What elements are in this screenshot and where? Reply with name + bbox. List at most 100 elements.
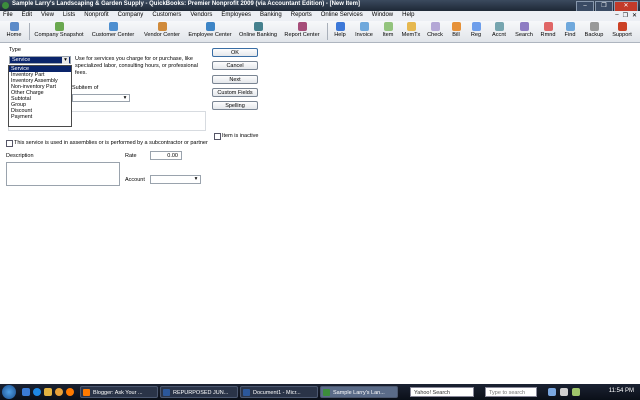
assembly-label: This service is used in assemblies or is… [14,140,208,146]
mdi-restore-button[interactable]: ❐ [623,12,628,19]
media-player-icon[interactable] [55,388,63,396]
firefox-icon[interactable] [66,388,74,396]
account-label: Account [125,177,145,183]
taskbar-task-quickbooks[interactable]: Sample Larry's Lan... [320,386,398,398]
subitem-select[interactable]: ▾ [72,94,130,102]
search-icon [519,22,529,31]
description-field[interactable] [6,162,120,186]
menu-banking[interactable]: Banking [260,12,282,18]
icon-toolbar: Home Company Snapshot Customer Center Ve… [0,21,640,43]
word-icon [243,389,250,396]
mdi-close-button[interactable]: ✕ [632,12,637,19]
menu-edit[interactable]: Edit [22,12,32,18]
item-button[interactable]: Item [379,22,397,41]
employee-icon [205,22,215,31]
menu-view[interactable]: View [41,12,54,18]
online-banking-button[interactable]: Online Banking [236,22,280,41]
menu-vendors[interactable]: Vendors [190,12,212,18]
folder-icon[interactable] [44,388,52,396]
invoice-icon [359,22,369,31]
snapshot-icon [54,22,64,31]
customer-icon [108,22,118,31]
yahoo-search-box[interactable]: Yahoo! Search [410,387,474,397]
menu-help[interactable]: Help [402,12,414,18]
find-icon [565,22,575,31]
windows-taskbar: Blogger: Ask Your ... REPURPOSED JUN... … [0,384,640,400]
account-icon [494,22,504,31]
menu-reports[interactable]: Reports [291,12,312,18]
backup-icon [589,22,599,31]
subitem-label: Subitem of [72,85,99,91]
company-snapshot-button[interactable]: Company Snapshot [33,22,85,41]
account-select[interactable]: ▾ [150,175,201,184]
network-icon[interactable] [548,388,556,396]
ok-button[interactable]: OK [212,48,258,57]
start-button[interactable] [2,385,16,399]
type-select[interactable]: Service ▾ [9,56,71,64]
quickbooks-icon [323,389,330,396]
taskbar-task-blogger[interactable]: Blogger: Ask Your ... [80,386,158,398]
bill-button[interactable]: Bill [448,22,464,41]
quickbooks-app-icon [2,2,9,9]
rmnd-button[interactable]: Rmnd [538,22,558,41]
volume-icon[interactable] [560,388,568,396]
find-button[interactable]: Find [561,22,579,41]
support-button[interactable]: Support [609,22,635,41]
type-option-payment[interactable]: Payment [11,114,32,120]
check-button[interactable]: Check [425,22,445,41]
employee-center-button[interactable]: Employee Center [186,22,234,41]
menu-employees[interactable]: Employees [221,12,251,18]
spelling-button[interactable]: Spelling [212,101,258,110]
chevron-down-icon[interactable]: ▾ [62,57,69,64]
word-icon [163,389,170,396]
invoice-button[interactable]: Invoice [352,22,376,41]
assembly-checkbox[interactable] [6,140,13,147]
rate-field[interactable]: 0.00 [150,151,182,160]
title-bar: Sample Larry's Landscaping & Garden Supp… [0,0,640,12]
register-icon [471,22,481,31]
report-center-button[interactable]: Report Center [282,22,322,41]
backup-button[interactable]: Backup [582,22,606,41]
item-inactive-label: Item is inactive [222,133,259,139]
taskbar-task-repurposed[interactable]: REPURPOSED JUN... [160,386,238,398]
report-icon [297,22,307,31]
rate-label: Rate [125,153,137,159]
mdi-minimize-button[interactable]: – [615,12,618,19]
reminder-icon [543,22,553,31]
menu-online-services[interactable]: Online Services [321,12,363,18]
internet-explorer-icon[interactable] [33,388,41,396]
help-button[interactable]: Help [331,22,349,41]
show-desktop-icon[interactable] [22,388,30,396]
item-inactive-checkbox[interactable] [214,133,221,140]
type-label: Type [9,47,21,53]
memtx-button[interactable]: MemTx [400,22,422,41]
security-icon[interactable] [572,388,580,396]
custom-fields-button[interactable]: Custom Fields [212,88,258,97]
taskbar-task-document1[interactable]: Document1 - Micr... [240,386,318,398]
firefox-icon [83,389,90,396]
menu-lists[interactable]: Lists [63,12,75,18]
menu-file[interactable]: File [3,12,13,18]
accnt-button[interactable]: Accnt [488,22,510,41]
cancel-button[interactable]: Cancel [212,61,258,70]
menu-window[interactable]: Window [372,12,393,18]
system-clock[interactable]: 11:54 PM [609,388,634,394]
support-icon [617,22,627,31]
check-icon [430,22,440,31]
reg-button[interactable]: Reg [468,22,484,41]
search-button[interactable]: Search [513,22,535,41]
customer-center-button[interactable]: Customer Center [89,22,137,41]
chevron-down-icon[interactable]: ▾ [193,176,199,182]
menu-company[interactable]: Company [118,12,144,18]
taskbar-search-input[interactable]: Type to search [485,387,537,397]
next-button[interactable]: Next [212,75,258,84]
home-button[interactable]: Home [3,22,25,41]
vendor-icon [157,22,167,31]
bill-icon [451,22,461,31]
item-icon [383,22,393,31]
vendor-center-button[interactable]: Vendor Center [141,22,183,41]
menu-customers[interactable]: Customers [152,12,181,18]
type-help-text: Use for services you charge for or purch… [75,56,198,76]
chevron-down-icon[interactable]: ▾ [122,95,128,101]
menu-nonprofit[interactable]: Nonprofit [84,12,108,18]
